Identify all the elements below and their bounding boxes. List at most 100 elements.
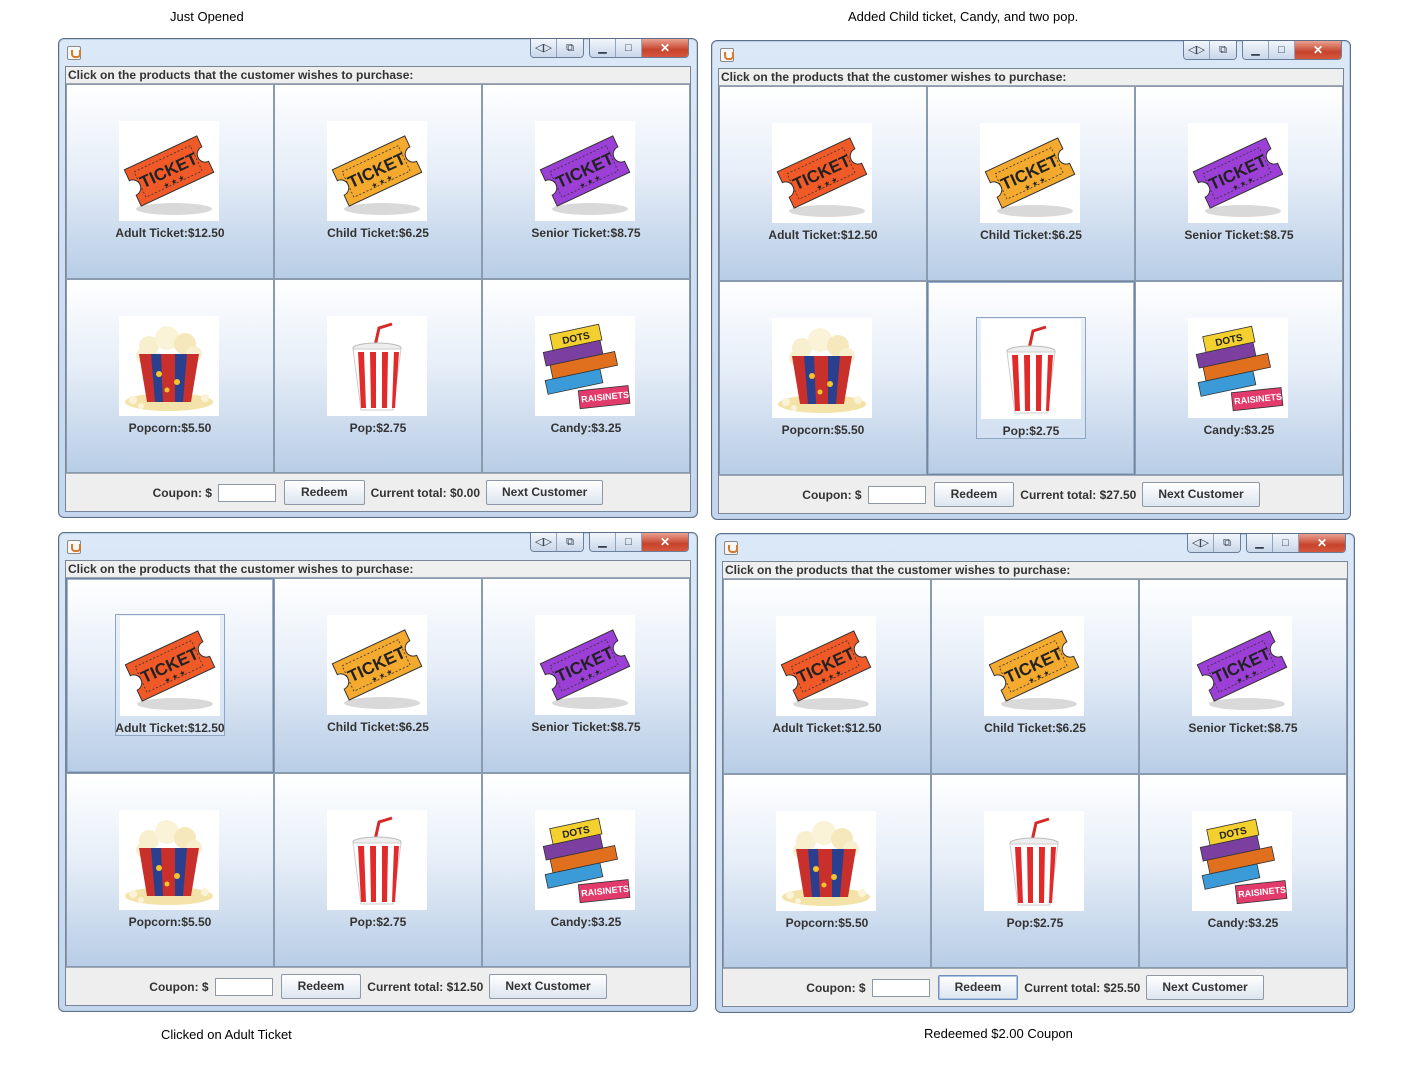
extra-title-buttons: ◁▷ ⧉ bbox=[1187, 534, 1241, 553]
product-label: Popcorn:$5.50 bbox=[785, 915, 869, 930]
coupon-input[interactable] bbox=[871, 978, 930, 997]
app-window-redeemed-coupon: ◁▷ ⧉ ▁ □ ✕ Click on the products that th… bbox=[715, 533, 1355, 1013]
product-button[interactable]: TICKET ★ ★ ★ Adult Ticket:$12.50 bbox=[723, 579, 931, 774]
maximize-icon[interactable]: □ bbox=[616, 39, 642, 57]
minimize-icon[interactable]: ▁ bbox=[590, 39, 616, 57]
title-bar[interactable]: ◁▷ ⧉ ▁ □ ✕ bbox=[712, 41, 1350, 67]
product-button[interactable]: Popcorn:$5.50 bbox=[66, 772, 274, 967]
instruction-label: Click on the products that the customer … bbox=[723, 562, 1347, 579]
current-total: Current total: $12.50 bbox=[367, 979, 484, 994]
product-button[interactable]: TICKET ★ ★ ★ Adult Ticket:$12.50 bbox=[719, 86, 927, 281]
coupon-input[interactable] bbox=[217, 483, 276, 502]
resize-icon[interactable]: ◁▷ bbox=[531, 533, 557, 551]
restore-icon[interactable]: ⧉ bbox=[557, 533, 583, 551]
app-window-added-items: ◁▷ ⧉ ▁ □ ✕ Click on the products that th… bbox=[711, 40, 1351, 520]
current-total: Current total: $27.50 bbox=[1020, 487, 1137, 502]
bottom-bar: Coupon: $ Redeem Current total: $12.50 N… bbox=[66, 967, 690, 1005]
product-label: Adult Ticket:$12.50 bbox=[768, 228, 878, 242]
product-button[interactable]: TICKET ★ ★ ★ Child Ticket:$6.25 bbox=[927, 86, 1135, 281]
redeem-button[interactable]: Redeem bbox=[933, 482, 1015, 507]
restore-icon[interactable]: ⧉ bbox=[1210, 41, 1236, 59]
minimize-icon[interactable]: ▁ bbox=[1243, 41, 1269, 59]
next-customer-button[interactable]: Next Customer bbox=[1146, 975, 1264, 1000]
product-button[interactable]: DOTS RAISINETS Candy:$3.25 bbox=[1135, 280, 1343, 475]
product-content: TICKET ★ ★ ★ Child Ticket:$6.25 bbox=[323, 120, 433, 242]
window-controls: ▁ □ ✕ bbox=[1242, 41, 1342, 60]
redeem-button[interactable]: Redeem bbox=[280, 974, 362, 999]
product-button[interactable]: TICKET ★ ★ ★ Child Ticket:$6.25 bbox=[274, 578, 482, 773]
minimize-icon[interactable]: ▁ bbox=[590, 533, 616, 551]
next-customer-button[interactable]: Next Customer bbox=[1142, 482, 1260, 507]
product-button[interactable]: Pop:$2.75 bbox=[274, 772, 482, 967]
product-button[interactable]: Pop:$2.75 bbox=[931, 773, 1139, 968]
senior-ticket-icon: TICKET ★ ★ ★ bbox=[1192, 616, 1292, 716]
java-app-icon bbox=[67, 46, 81, 60]
java-app-icon bbox=[67, 540, 81, 554]
close-icon[interactable]: ✕ bbox=[1295, 41, 1341, 59]
maximize-icon[interactable]: □ bbox=[616, 533, 642, 551]
product-label: Pop:$2.75 bbox=[1006, 915, 1064, 930]
product-label: Senior Ticket:$8.75 bbox=[1188, 721, 1298, 735]
candy-boxes-icon: DOTS RAISINETS bbox=[535, 809, 635, 910]
product-label: Pop:$2.75 bbox=[349, 420, 407, 435]
window-controls: ▁ □ ✕ bbox=[589, 533, 689, 552]
product-button[interactable]: Pop:$2.75 bbox=[274, 278, 482, 473]
caption-added-items: Added Child ticket, Candy, and two pop. bbox=[848, 9, 1079, 24]
product-button[interactable]: DOTS RAISINETS Candy:$3.25 bbox=[482, 278, 690, 473]
resize-icon[interactable]: ◁▷ bbox=[531, 39, 557, 57]
client-area: Click on the products that the customer … bbox=[722, 561, 1348, 1007]
title-bar[interactable]: ◁▷ ⧉ ▁ □ ✕ bbox=[59, 39, 697, 65]
product-button[interactable]: TICKET ★ ★ ★ Senior Ticket:$8.75 bbox=[1139, 579, 1347, 774]
java-app-icon bbox=[720, 48, 734, 62]
close-icon[interactable]: ✕ bbox=[642, 533, 688, 551]
product-button[interactable]: Popcorn:$5.50 bbox=[719, 280, 927, 475]
minimize-icon[interactable]: ▁ bbox=[1247, 534, 1273, 552]
maximize-icon[interactable]: □ bbox=[1273, 534, 1299, 552]
resize-icon[interactable]: ◁▷ bbox=[1184, 41, 1210, 59]
product-button[interactable]: Popcorn:$5.50 bbox=[723, 773, 931, 968]
title-bar[interactable]: ◁▷ ⧉ ▁ □ ✕ bbox=[59, 533, 697, 559]
coupon-input[interactable] bbox=[214, 977, 273, 996]
redeem-button[interactable]: Redeem bbox=[283, 480, 365, 505]
product-button[interactable]: DOTS RAISINETS Candy:$3.25 bbox=[1139, 773, 1347, 968]
candy-boxes-icon: DOTS RAISINETS bbox=[1188, 317, 1288, 418]
close-icon[interactable]: ✕ bbox=[1299, 534, 1345, 552]
product-content: Pop:$2.75 bbox=[323, 809, 433, 931]
caption-redeemed-coupon: Redeemed $2.00 Coupon bbox=[924, 1026, 1073, 1041]
product-button[interactable]: DOTS RAISINETS Candy:$3.25 bbox=[482, 772, 690, 967]
caption-just-opened: Just Opened bbox=[170, 9, 244, 24]
next-customer-button[interactable]: Next Customer bbox=[489, 974, 607, 999]
product-button[interactable]: TICKET ★ ★ ★ Adult Ticket:$12.50 bbox=[66, 578, 274, 773]
product-button[interactable]: TICKET ★ ★ ★ Senior Ticket:$8.75 bbox=[482, 84, 690, 279]
window-controls: ▁ □ ✕ bbox=[589, 39, 689, 58]
current-total: Current total: $0.00 bbox=[370, 485, 480, 500]
adult-ticket-icon: TICKET ★ ★ ★ bbox=[772, 123, 872, 223]
next-customer-button[interactable]: Next Customer bbox=[486, 480, 604, 505]
maximize-icon[interactable]: □ bbox=[1269, 41, 1295, 59]
redeem-button[interactable]: Redeem bbox=[937, 975, 1019, 1000]
coupon-input[interactable] bbox=[867, 485, 926, 504]
bottom-bar: Coupon: $ Redeem Current total: $0.00 Ne… bbox=[66, 473, 690, 511]
product-label: Popcorn:$5.50 bbox=[128, 420, 212, 435]
product-button[interactable]: Popcorn:$5.50 bbox=[66, 278, 274, 473]
product-grid: TICKET ★ ★ ★ Adult Ticket:$12.50 TICKET ★ ★ … bbox=[66, 84, 690, 473]
product-content: Popcorn:$5.50 bbox=[115, 809, 225, 931]
coupon-label: Coupon: $ bbox=[149, 979, 209, 994]
product-content: TICKET ★ ★ ★ Adult Ticket:$12.50 bbox=[772, 615, 882, 737]
product-label: Candy:$3.25 bbox=[1203, 422, 1275, 437]
product-button[interactable]: TICKET ★ ★ ★ Child Ticket:$6.25 bbox=[274, 84, 482, 279]
restore-icon[interactable]: ⧉ bbox=[1214, 534, 1240, 552]
product-button[interactable]: TICKET ★ ★ ★ Adult Ticket:$12.50 bbox=[66, 84, 274, 279]
product-button[interactable]: TICKET ★ ★ ★ Senior Ticket:$8.75 bbox=[1135, 86, 1343, 281]
popcorn-icon bbox=[119, 809, 219, 910]
resize-icon[interactable]: ◁▷ bbox=[1188, 534, 1214, 552]
close-icon[interactable]: ✕ bbox=[642, 39, 688, 57]
product-button[interactable]: TICKET ★ ★ ★ Senior Ticket:$8.75 bbox=[482, 578, 690, 773]
product-button[interactable]: TICKET ★ ★ ★ Child Ticket:$6.25 bbox=[931, 579, 1139, 774]
title-bar[interactable]: ◁▷ ⧉ ▁ □ ✕ bbox=[716, 534, 1354, 560]
product-label: Popcorn:$5.50 bbox=[781, 422, 865, 437]
caption-clicked-adult: Clicked on Adult Ticket bbox=[161, 1027, 292, 1042]
product-label: Senior Ticket:$8.75 bbox=[1184, 228, 1294, 242]
restore-icon[interactable]: ⧉ bbox=[557, 39, 583, 57]
product-button[interactable]: Pop:$2.75 bbox=[927, 280, 1135, 475]
